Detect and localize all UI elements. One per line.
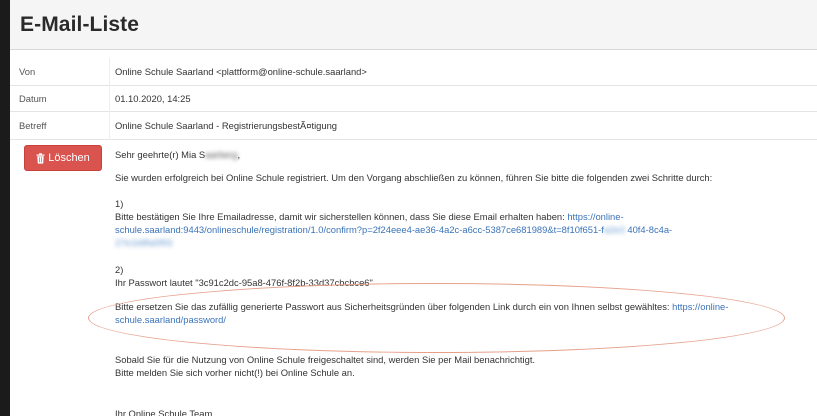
closing-line-1: Sobald Sie für die Nutzung von Online Sc… [115,354,536,365]
window-title: E-Mail-Liste [20,13,140,36]
step1-number: 1) [115,198,124,209]
signature: Ihr Online Schule Team [115,408,213,416]
field-row-from: Von Online Schule Saarland <plattform@on… [10,58,817,86]
subject-label: Betreff [19,120,47,131]
subject-value: Online Schule Saarland - Registrierungsb… [115,120,338,131]
password-text: Ihr Passwort lautet "3c91c2dc-95a8-476f-… [115,277,373,288]
window-title-bar: E-Mail-Liste [10,0,817,50]
closing-line-2: Bitte melden Sie sich vorher nicht(!) be… [115,367,355,378]
delete-button-label: Löschen [48,152,90,164]
reset-paragraph: Bitte ersetzen Sie das zufällig generier… [115,301,729,325]
redacted-name: aarberg [205,149,238,160]
greeting: Sehr geehrte(r) Mia Saarberg, [115,149,241,160]
email-window: E-Mail-Liste Von Online Schule Saarland … [10,0,817,416]
trash-icon [36,152,45,164]
intro-text: Sie wurden erfolgreich bei Online Schule… [115,172,713,183]
step2-number: 2) [115,264,124,275]
from-label: Von [19,66,36,77]
column-divider [109,58,110,140]
field-row-subject: Betreff Online Schule Saarland - Registr… [10,112,817,140]
step1-paragraph: Bitte bestätigen Sie Ihre Emailadresse, … [115,211,673,248]
field-row-date: Datum 01.10.2020, 14:25 [10,86,817,112]
delete-button[interactable]: Löschen [24,145,102,171]
date-label: Datum [19,93,47,104]
from-value: Online Schule Saarland <plattform@online… [115,66,367,77]
date-value: 01.10.2020, 14:25 [115,93,191,104]
